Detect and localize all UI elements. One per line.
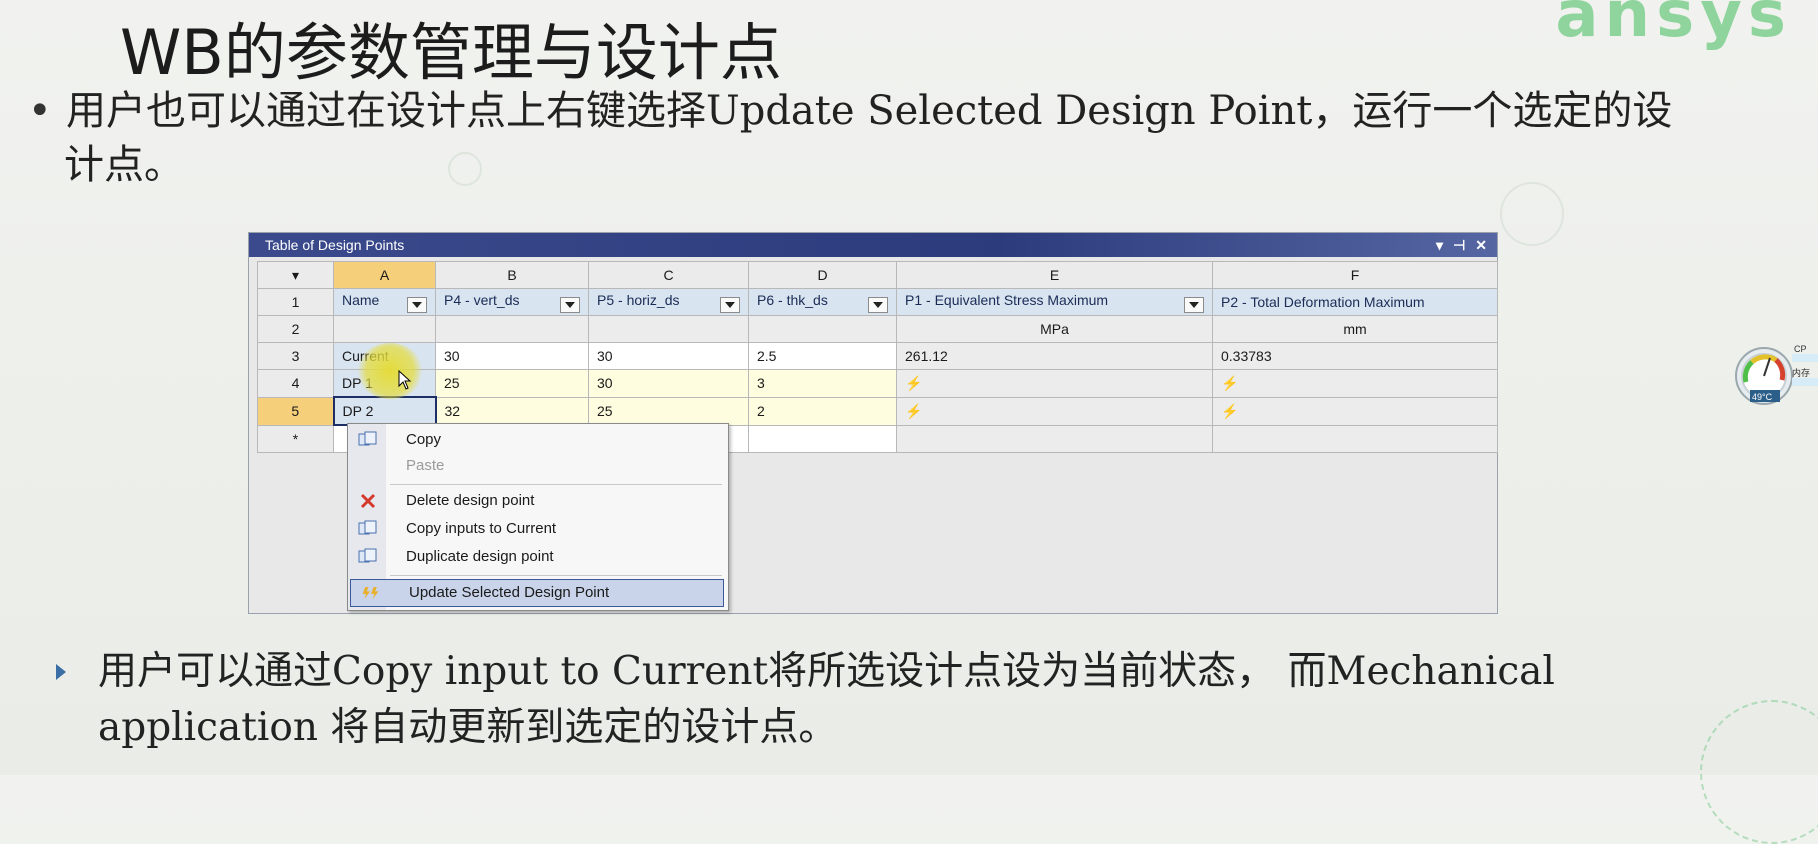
row-number[interactable]: 4 (257, 369, 334, 398)
table-row: 3 Current 30 30 2.5 261.12 0.33783 (257, 342, 1498, 370)
header-name[interactable]: Name (333, 288, 436, 316)
header-p4[interactable]: P4 - vert_ds (435, 288, 589, 316)
sub-bullet-paragraph: 用户可以通过Copy input to Current将所选设计点设为当前状态，… (56, 644, 1555, 756)
dropdown-icon[interactable]: ▾ (1436, 233, 1443, 257)
row-number-selected[interactable]: 5 (257, 396, 334, 426)
bullet-line-1: 用户也可以通过在设计点上右键选择Update Selected Design P… (66, 88, 1673, 134)
memory-label: 内存 (1792, 367, 1810, 378)
copy-inputs-icon (358, 520, 377, 535)
column-header-b[interactable]: B (435, 261, 589, 289)
update-required-icon: ⚡ (896, 396, 1213, 426)
sub-bullet-line-2: application 将自动更新到选定的设计点。 (98, 705, 838, 750)
update-required-icon: ⚡ (1212, 396, 1498, 426)
input-cell[interactable]: 2 (748, 396, 897, 426)
output-cell (896, 424, 1213, 453)
grid-corner-menu[interactable]: ▾ (257, 261, 334, 289)
temperature-readout: 49°C (1752, 392, 1773, 402)
window-title-bar[interactable]: Table of Design Points ▾ ⊣ ✕ (249, 233, 1497, 257)
menu-item-copy[interactable]: Copy (348, 427, 728, 453)
column-header-c[interactable]: C (588, 261, 749, 289)
input-cell[interactable]: 32 (435, 396, 589, 426)
menu-separator (390, 484, 722, 485)
unit-cell: mm (1212, 315, 1498, 343)
unit-cell (588, 315, 749, 343)
unit-cell (333, 315, 436, 343)
slide-title: WB的参数管理与设计点 (120, 16, 782, 89)
new-row-marker[interactable]: * (257, 424, 334, 453)
menu-item-delete-design-point[interactable]: Delete design point (348, 488, 728, 514)
header-p1[interactable]: P1 - Equivalent Stress Maximum (896, 288, 1213, 316)
input-cell[interactable]: 25 (588, 396, 749, 426)
column-header-e[interactable]: E (896, 261, 1213, 289)
input-cell[interactable]: 30 (588, 369, 749, 398)
menu-item-paste[interactable]: Paste (348, 453, 728, 479)
column-header-d[interactable]: D (748, 261, 897, 289)
output-cell: 0.33783 (1212, 342, 1498, 370)
update-required-icon: ⚡ (1212, 369, 1498, 398)
bullet-paragraph: • 用户也可以通过在设计点上右键选择Update Selected Design … (28, 84, 1818, 192)
paste-icon (358, 457, 378, 475)
menu-item-update-selected-design-point[interactable]: Update Selected Design Point (350, 579, 724, 607)
table-row: 5 DP 2 32 25 2 ⚡ ⚡ (257, 396, 1498, 426)
menu-item-duplicate-design-point[interactable]: Duplicate design point (348, 544, 728, 570)
filter-dropdown-icon[interactable] (407, 296, 427, 313)
context-menu: Copy Paste Delete design point Copy inpu… (347, 423, 729, 611)
pin-icon[interactable]: ⊣ (1453, 233, 1465, 257)
brand-logo: ansys (1555, 0, 1792, 52)
input-cell[interactable] (748, 424, 897, 453)
output-cell (1212, 424, 1498, 453)
input-cell[interactable]: 2.5 (748, 342, 897, 370)
delete-icon (360, 493, 376, 509)
header-p2[interactable]: P2 - Total Deformation Maximum (1212, 288, 1498, 316)
filter-dropdown-icon[interactable] (560, 296, 580, 313)
header-p5[interactable]: P5 - horiz_ds (588, 288, 749, 316)
window-title: Table of Design Points (265, 237, 405, 253)
row-number[interactable]: 3 (257, 342, 334, 370)
update-icon (362, 587, 379, 599)
table-row: 4 DP 1 25 30 3 ⚡ ⚡ (257, 369, 1498, 398)
filter-dropdown-icon[interactable] (868, 296, 888, 313)
bullet-marker: • (28, 88, 52, 134)
row-number[interactable]: 2 (257, 315, 334, 343)
filter-dropdown-icon[interactable] (720, 296, 740, 313)
close-icon[interactable]: ✕ (1475, 233, 1487, 257)
duplicate-icon (358, 548, 377, 563)
row-number[interactable]: 1 (257, 288, 334, 316)
cpu-label: CP (1794, 344, 1807, 354)
input-cell[interactable]: 3 (748, 369, 897, 398)
bullet-line-2: 计点。 (64, 142, 184, 188)
decorative-circle (1700, 700, 1818, 844)
input-cell[interactable]: 25 (435, 369, 589, 398)
mouse-cursor-icon (398, 370, 412, 390)
update-required-icon: ⚡ (896, 369, 1213, 398)
input-cell[interactable]: 30 (435, 342, 589, 370)
triangle-bullet-icon (56, 664, 66, 680)
unit-cell (435, 315, 589, 343)
unit-cell: MPa (896, 315, 1213, 343)
menu-separator (390, 575, 722, 576)
name-cell-selected[interactable]: DP 2 (332, 396, 437, 426)
cursor-highlight (357, 343, 423, 399)
output-cell: 261.12 (896, 342, 1213, 370)
sub-bullet-line-1: 用户可以通过Copy input to Current将所选设计点设为当前状态，… (98, 649, 1555, 694)
filter-dropdown-icon[interactable] (1184, 296, 1204, 313)
unit-cell (748, 315, 897, 343)
copy-icon (358, 431, 377, 446)
input-cell[interactable]: 30 (588, 342, 749, 370)
system-monitor-widget[interactable]: CP 内存 49°C (1730, 344, 1818, 408)
header-p6[interactable]: P6 - thk_ds (748, 288, 897, 316)
column-header-a[interactable]: A (333, 261, 436, 289)
menu-item-copy-inputs-to-current[interactable]: Copy inputs to Current (348, 516, 728, 542)
column-header-f[interactable]: F (1212, 261, 1498, 289)
